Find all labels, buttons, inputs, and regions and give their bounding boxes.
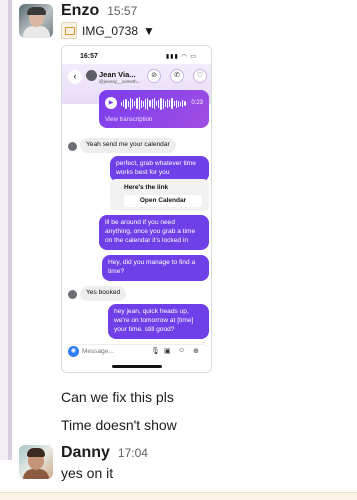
voice-duration: 0:23	[191, 100, 203, 106]
waveform-bar	[153, 98, 155, 109]
waveform-bar	[123, 100, 125, 107]
waveform-bar	[156, 101, 158, 106]
chevron-down-icon[interactable]: ▼	[143, 24, 155, 38]
waveform-bar	[145, 98, 147, 109]
attachment-header[interactable]: IMG_0738 ▼	[61, 22, 155, 39]
waveform-bar	[131, 99, 134, 108]
image-icon: ▣	[164, 348, 171, 355]
sticker-icon: ☺	[178, 347, 186, 354]
waveform-bar	[166, 99, 169, 108]
sender-name[interactable]: Enzo	[61, 2, 99, 20]
message-composer: ◉ 🎙 ▣ ☺ ⊕	[66, 344, 209, 357]
attachment-image[interactable]: 16:57 ▮▮▮ ◠ ▭ ‹ Jean Via... @jeanay__som…	[61, 45, 212, 373]
waveform-bar	[171, 98, 173, 109]
waveform-bar	[151, 99, 153, 108]
waveform-bar	[134, 101, 136, 106]
waveform-bar	[177, 100, 180, 107]
waveform-bar	[184, 101, 186, 106]
contact-avatar	[86, 70, 97, 81]
waveform-bar	[162, 98, 164, 109]
composer-banner	[0, 492, 357, 500]
waveform-bar	[147, 97, 149, 110]
sender-name[interactable]: Danny	[61, 444, 110, 462]
waveform-bar	[180, 101, 182, 106]
chat-bubble-received: Yes booked	[80, 286, 127, 301]
waveform-bar	[127, 100, 129, 107]
workspace-sidebar-edge	[0, 0, 12, 460]
signal-wifi-battery-icon: ▮▮▮ ◠ ▭	[165, 54, 197, 60]
back-arrow-icon: ‹	[68, 70, 82, 84]
waveform-bar	[160, 97, 162, 110]
message-timestamp[interactable]: 17:04	[118, 446, 148, 460]
home-indicator	[112, 365, 162, 368]
contact-name: Jean Via...	[99, 70, 136, 79]
audio-waveform	[121, 97, 189, 110]
mic-icon: 🎙	[151, 348, 160, 355]
message-text: yes on it	[61, 465, 114, 481]
chat-bubble-sent: Hey, did you manage to find a time?	[102, 255, 209, 281]
avatar-enzo[interactable]	[19, 4, 53, 38]
waveform-bar	[142, 100, 145, 107]
link-card-title: Here's the link	[124, 184, 169, 191]
play-icon: ▶	[105, 97, 117, 109]
phone-clock: 16:57	[80, 53, 98, 60]
attachment-name[interactable]: IMG_0738	[82, 24, 138, 38]
heart-icon: ♡	[193, 69, 207, 83]
contact-handle: @jeanay__someth...	[99, 79, 141, 84]
waveform-bar	[140, 99, 142, 108]
view-transcription-label: View transcription	[105, 117, 153, 123]
chat-bubble-sent: hey jean, quick heads up, we're on tomor…	[108, 304, 209, 339]
plus-icon: ⊕	[193, 348, 199, 355]
open-calendar-button: Open Calendar	[124, 195, 202, 207]
message-header-enzo: Enzo 15:57	[61, 2, 137, 20]
waveform-bar	[121, 101, 123, 106]
message-text: Can we fix this pls	[61, 389, 174, 405]
waveform-bar	[164, 100, 166, 107]
waveform-bar	[175, 99, 177, 108]
camera-icon: ◉	[68, 346, 79, 357]
waveform-bar	[149, 100, 151, 107]
calendar-link-card: Here's the link Open Calendar	[110, 179, 209, 211]
voice-message: ▶ 0:23 View transcription	[99, 90, 209, 128]
avatar-danny[interactable]	[19, 445, 53, 479]
waveform-bar	[173, 101, 175, 106]
chat-bubble-sent: ill be around if you need anything, once…	[99, 215, 209, 250]
contact-mini-avatar	[68, 142, 77, 151]
contact-mini-avatar	[68, 290, 77, 299]
waveform-bar	[182, 100, 184, 107]
phone-status-bar: 16:57 ▮▮▮ ◠ ▭	[62, 46, 211, 66]
waveform-bar	[125, 98, 127, 109]
message-input	[82, 346, 142, 357]
message-text: Time doesn't show	[61, 417, 177, 433]
message-header-danny: Danny 17:04	[61, 444, 148, 462]
message-timestamp[interactable]: 15:57	[107, 4, 137, 18]
phone-icon: ✆	[170, 69, 184, 83]
chat-bubble-received: Yeah send me your calendar	[80, 138, 176, 153]
link-icon: ⊘	[147, 69, 161, 83]
chat-bubble-sent: perfect, grab whatever time works best f…	[110, 156, 209, 182]
waveform-bar	[158, 99, 160, 108]
image-file-icon	[61, 22, 77, 39]
waveform-bar	[138, 97, 140, 110]
waveform-bar	[136, 98, 138, 109]
waveform-bar	[169, 100, 171, 107]
waveform-bar	[129, 97, 131, 110]
